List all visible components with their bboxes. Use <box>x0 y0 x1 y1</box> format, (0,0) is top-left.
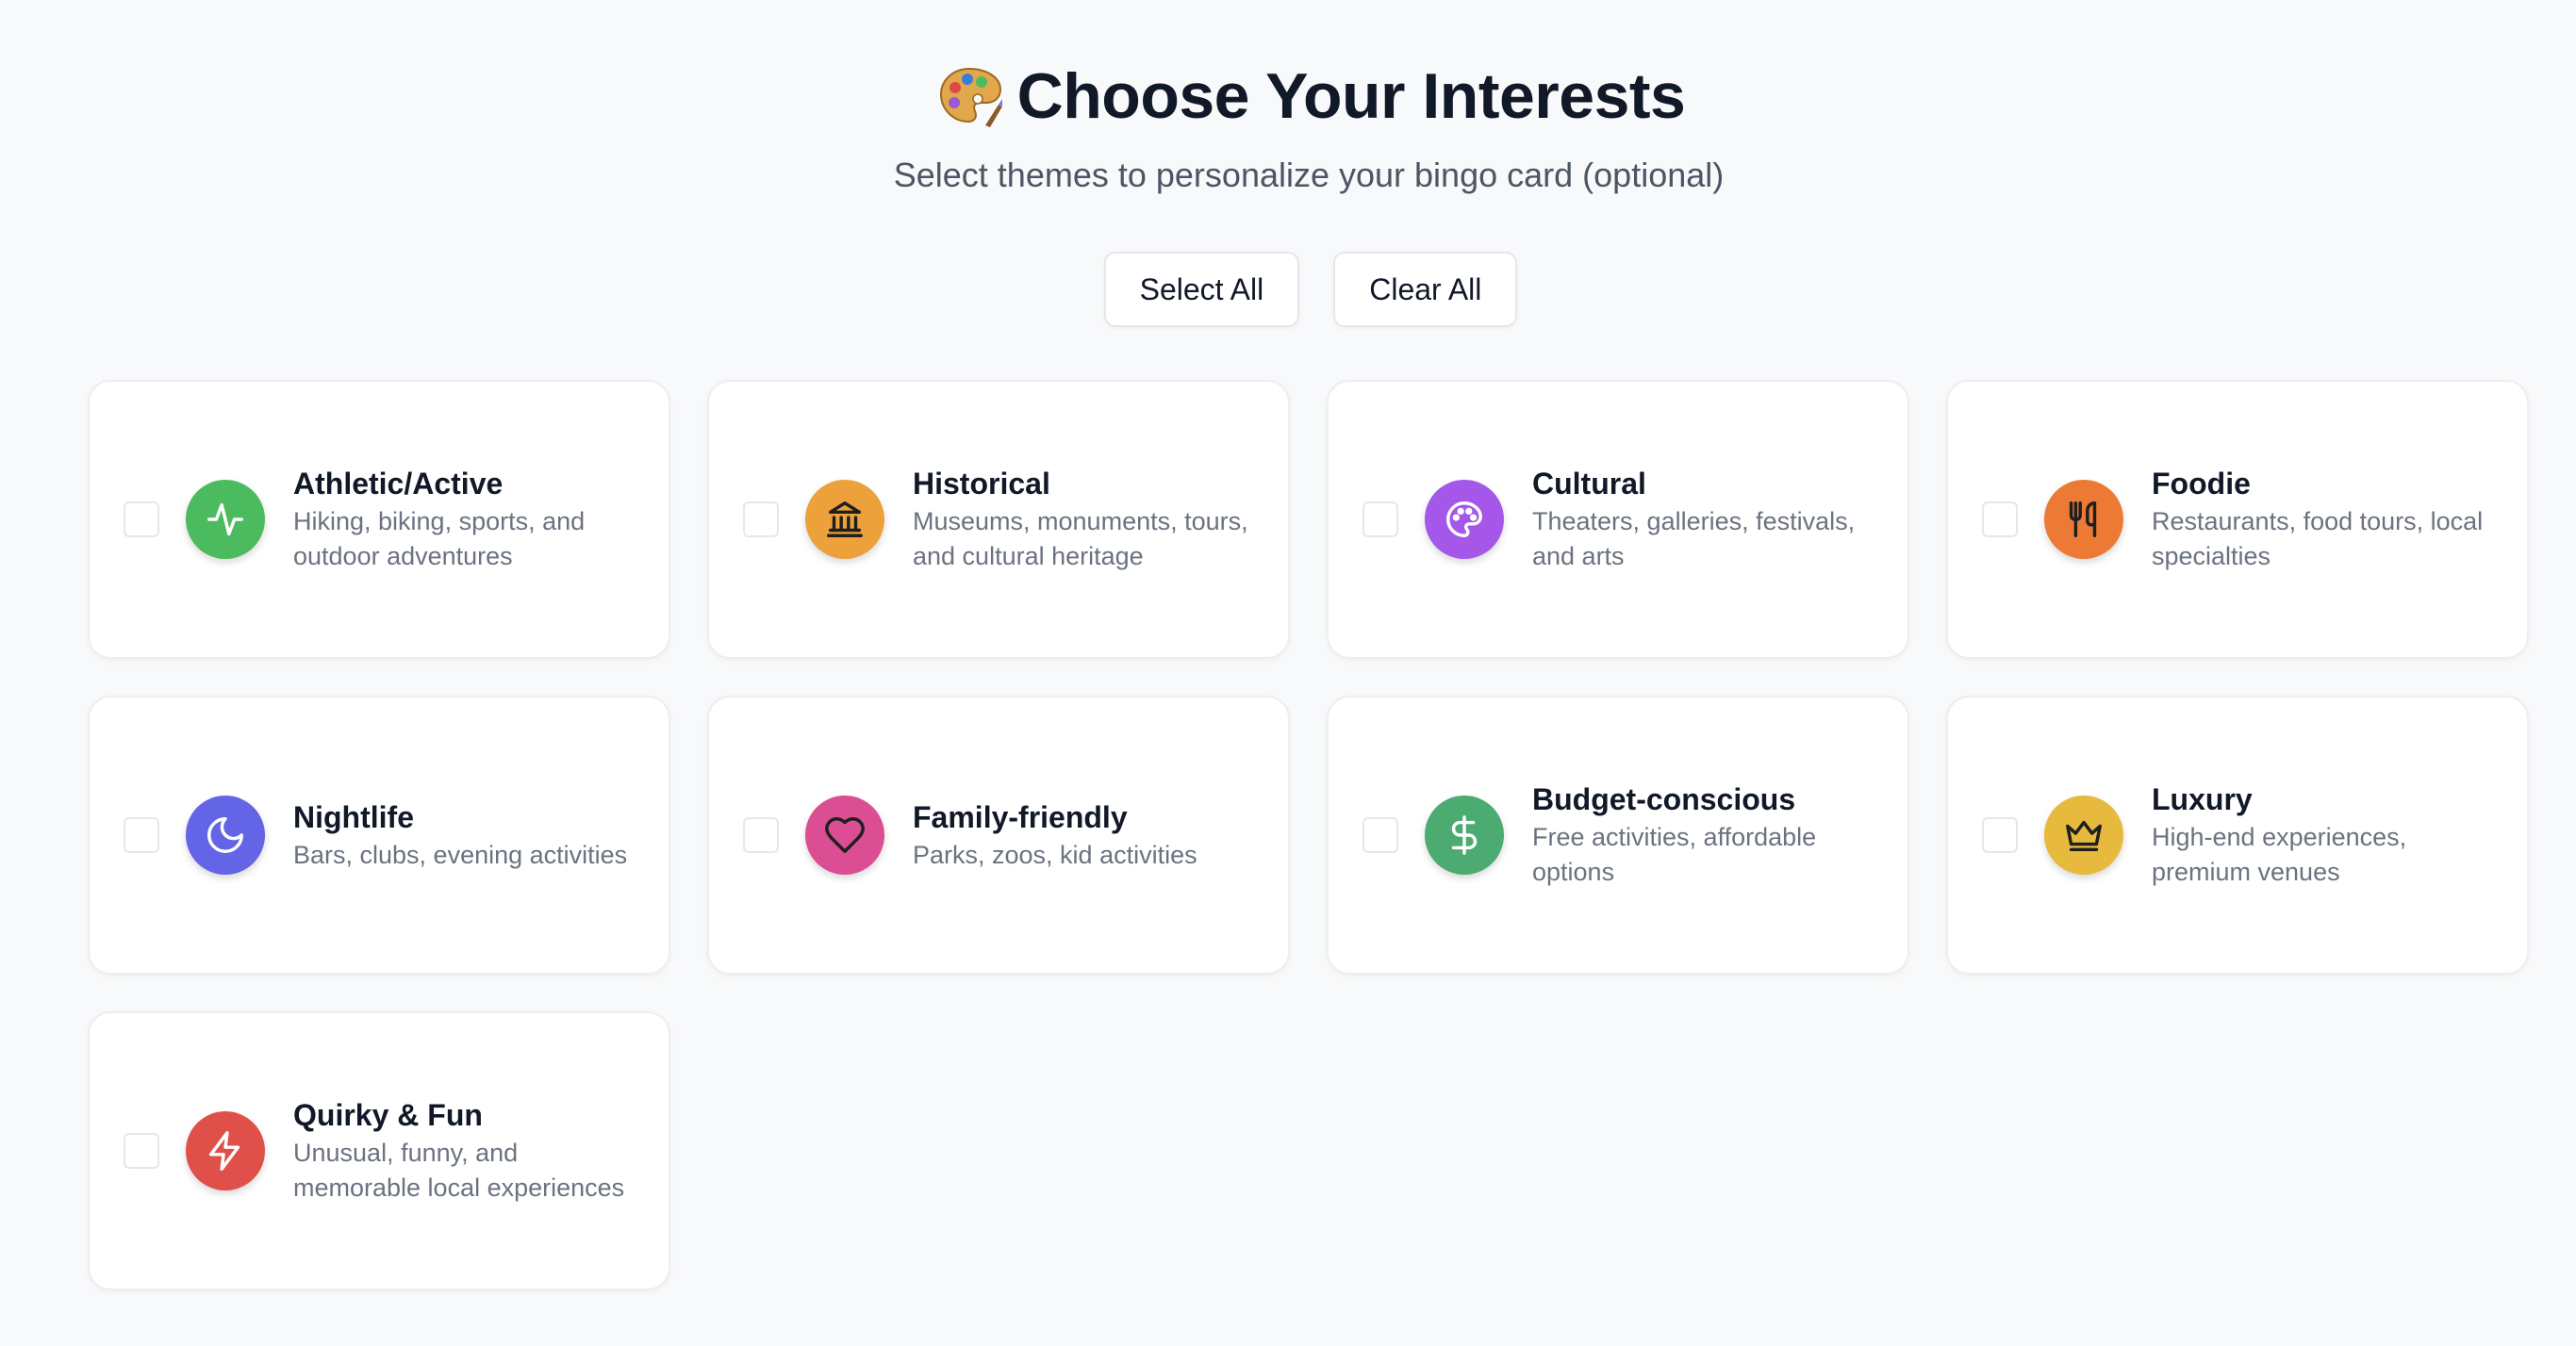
interest-title: Athletic/Active <box>293 467 504 501</box>
interest-card-luxury[interactable]: Luxury High-end experiences, premium ven… <box>1946 696 2529 975</box>
interest-description: Parks, zoos, kid activities <box>913 840 1197 869</box>
interest-title: Nightlife <box>293 799 414 834</box>
interest-card-quirky-fun[interactable]: Quirky & Fun Unusual, funny, and memorab… <box>88 1011 670 1290</box>
page-subtitle: Select themes to personalize your bingo … <box>893 156 1725 194</box>
interest-checkbox[interactable] <box>124 501 159 537</box>
interest-description: Museums, monuments, tours, and cultural … <box>913 507 1248 570</box>
moon-icon <box>186 796 265 875</box>
utensils-icon <box>2044 480 2123 559</box>
interest-title: Luxury <box>2152 782 2253 816</box>
interests-page: Choose Your Interests Select themes to p… <box>0 0 2576 1346</box>
activity-pulse-icon <box>186 480 265 559</box>
landmark-icon <box>805 480 884 559</box>
interest-description: Free activities, affordable options <box>1532 823 1817 886</box>
interest-checkbox[interactable] <box>1362 817 1398 853</box>
interest-text: Cultural Theaters, galleries, festivals,… <box>1532 465 1874 574</box>
interest-checkbox[interactable] <box>743 817 779 853</box>
interest-checkbox[interactable] <box>1362 501 1398 537</box>
interest-checkbox[interactable] <box>1982 501 2018 537</box>
interest-description: High-end experiences, premium venues <box>2152 823 2407 886</box>
interest-card-athletic[interactable]: Athletic/Active Hiking, biking, sports, … <box>88 380 670 659</box>
interest-card-family-friendly[interactable]: Family-friendly Parks, zoos, kid activit… <box>707 696 1290 975</box>
interest-text: Foodie Restaurants, food tours, local sp… <box>2152 465 2493 574</box>
interest-card-historical[interactable]: Historical Museums, monuments, tours, an… <box>707 380 1290 659</box>
interest-text: Luxury High-end experiences, premium ven… <box>2152 780 2493 890</box>
interest-card-cultural[interactable]: Cultural Theaters, galleries, festivals,… <box>1327 380 1909 659</box>
interest-title: Foodie <box>2152 467 2251 501</box>
bulk-actions: Select All Clear All <box>0 252 2576 327</box>
interest-grid: Athletic/Active Hiking, biking, sports, … <box>88 380 2532 1290</box>
interest-title: Budget-conscious <box>1532 782 1796 816</box>
interest-title: Cultural <box>1532 467 1646 501</box>
interest-text: Athletic/Active Hiking, biking, sports, … <box>293 465 635 574</box>
clear-all-button[interactable]: Clear All <box>1333 252 1518 327</box>
interest-text: Nightlife Bars, clubs, evening activitie… <box>293 798 635 873</box>
interest-text: Family-friendly Parks, zoos, kid activit… <box>913 798 1254 873</box>
page-title: Choose Your Interests <box>1016 60 1686 132</box>
heart-icon <box>805 796 884 875</box>
select-all-button[interactable]: Select All <box>1103 252 1300 327</box>
interest-title: Family-friendly <box>913 799 1128 834</box>
interest-title: Historical <box>913 467 1050 501</box>
interest-checkbox[interactable] <box>124 817 159 853</box>
interest-text: Budget-conscious Free activities, afford… <box>1532 780 1874 890</box>
dollar-sign-icon <box>1425 796 1504 875</box>
interest-text: Quirky & Fun Unusual, funny, and memorab… <box>293 1096 635 1206</box>
interest-checkbox[interactable] <box>743 501 779 537</box>
zap-icon <box>186 1111 265 1190</box>
interest-card-foodie[interactable]: Foodie Restaurants, food tours, local sp… <box>1946 380 2529 659</box>
interest-checkbox[interactable] <box>1982 817 2018 853</box>
interest-text: Historical Museums, monuments, tours, an… <box>913 465 1254 574</box>
interest-title: Quirky & Fun <box>293 1098 483 1132</box>
interest-description: Bars, clubs, evening activities <box>293 840 628 869</box>
interest-description: Theaters, galleries, festivals, and arts <box>1532 507 1856 570</box>
interest-checkbox[interactable] <box>124 1133 159 1169</box>
palette-icon <box>1425 480 1504 559</box>
interest-description: Hiking, biking, sports, and outdoor adve… <box>293 507 586 570</box>
interest-description: Unusual, funny, and memorable local expe… <box>293 1139 625 1202</box>
interest-description: Restaurants, food tours, local specialti… <box>2152 507 2484 570</box>
crown-icon <box>2044 796 2123 875</box>
interest-card-budget-conscious[interactable]: Budget-conscious Free activities, afford… <box>1327 696 1909 975</box>
header: Choose Your Interests <box>0 58 2576 134</box>
artist-palette-icon <box>936 63 1004 129</box>
interest-card-nightlife[interactable]: Nightlife Bars, clubs, evening activitie… <box>88 696 670 975</box>
